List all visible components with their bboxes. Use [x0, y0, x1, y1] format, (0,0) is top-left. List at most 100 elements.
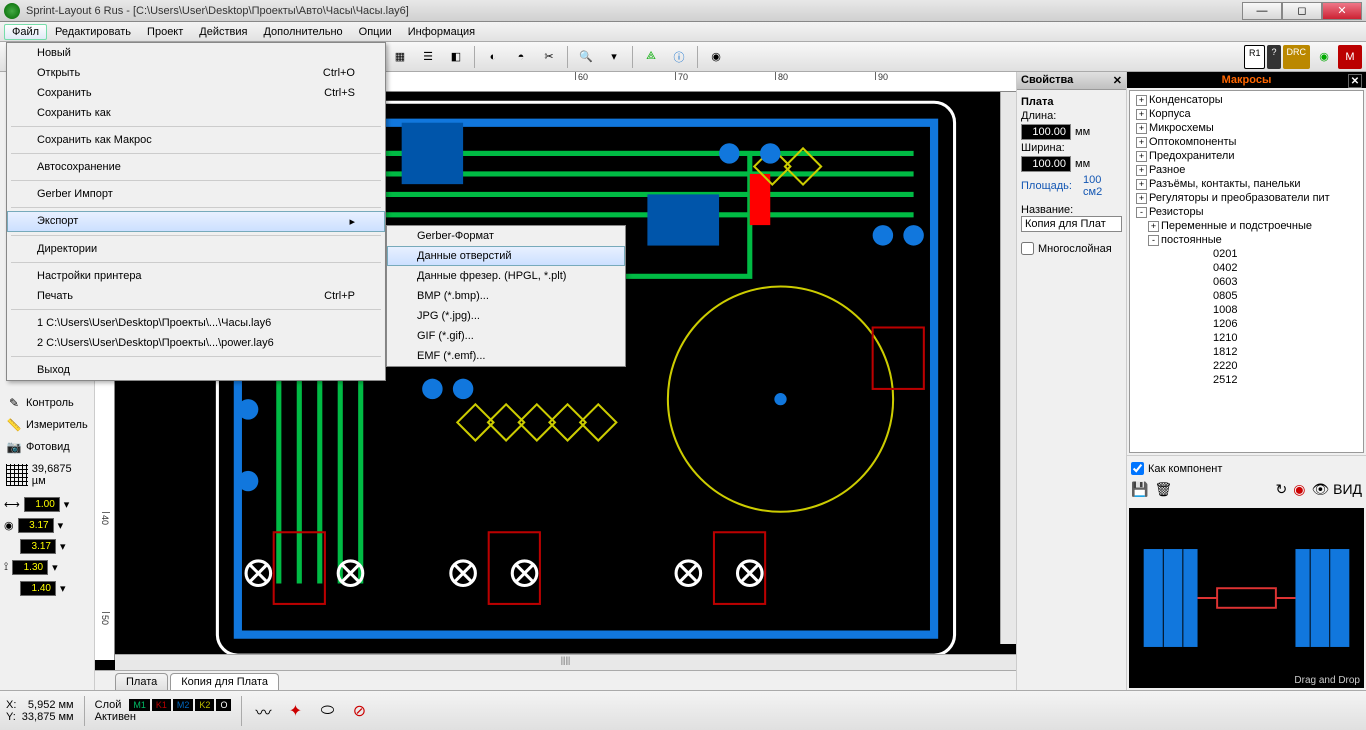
menu-project[interactable]: Проект: [139, 24, 191, 40]
submenu-item[interactable]: Данные фрезер. (HPGL, *.plt): [387, 266, 625, 286]
zoom-button[interactable]: 🔍: [574, 45, 598, 69]
macro-tree[interactable]: +Конденсаторы+Корпуса+Микросхемы+Оптоком…: [1129, 90, 1364, 453]
status-icon[interactable]: ⬭: [316, 700, 338, 722]
tree-item[interactable]: 0805: [1132, 289, 1361, 303]
toolbar-button[interactable]: ◉: [1312, 45, 1336, 69]
menu-edit[interactable]: Редактировать: [47, 24, 139, 40]
badge-help[interactable]: ?: [1267, 45, 1280, 69]
menu-item[interactable]: Новый: [7, 43, 385, 63]
record-icon[interactable]: ◉: [1293, 481, 1305, 498]
toolbar-button[interactable]: ▦: [388, 45, 412, 69]
submenu-item[interactable]: Gerber-Формат: [387, 226, 625, 246]
target-icon[interactable]: ✦: [284, 700, 306, 722]
tree-item[interactable]: +Микросхемы: [1132, 121, 1361, 135]
view-icon[interactable]: 👁 ВИД: [1311, 481, 1362, 498]
toolbar-button[interactable]: ✂: [537, 45, 561, 69]
menu-extra[interactable]: Дополнительно: [255, 24, 350, 40]
menu-item[interactable]: Сохранить как Макрос: [7, 130, 385, 150]
tree-item[interactable]: +Конденсаторы: [1132, 93, 1361, 107]
layer-swatch[interactable]: K2: [195, 699, 214, 711]
as-component-checkbox[interactable]: [1131, 462, 1144, 475]
menu-item[interactable]: 2 C:\Users\User\Desktop\Проекты\...\powe…: [7, 333, 385, 353]
maximize-button[interactable]: ◻: [1282, 2, 1322, 20]
tree-item[interactable]: 1206: [1132, 317, 1361, 331]
value-row[interactable]: ⟟1.30▾: [4, 560, 90, 575]
scrollbar-horizontal[interactable]: ⦀⦀: [115, 654, 1016, 670]
tool-control[interactable]: ✎Контроль: [4, 393, 90, 413]
toolbar-button[interactable]: M: [1338, 45, 1362, 69]
multilayer-checkbox[interactable]: [1021, 242, 1034, 255]
toolbar-button[interactable]: ◓: [509, 45, 533, 69]
toolbar-button[interactable]: ◧: [444, 45, 468, 69]
length-input[interactable]: [1021, 124, 1071, 140]
submenu-item[interactable]: GIF (*.gif)...: [387, 326, 625, 346]
chevron-down-icon[interactable]: ▾: [60, 540, 66, 553]
tree-item[interactable]: -постоянные: [1132, 233, 1361, 247]
badge-r1[interactable]: R1: [1244, 45, 1266, 69]
toolbar-button[interactable]: ⟁: [639, 45, 663, 69]
toolbar-button[interactable]: ☰: [416, 45, 440, 69]
submenu-item[interactable]: EMF (*.emf)...: [387, 346, 625, 366]
menu-item[interactable]: СохранитьCtrl+S: [7, 83, 385, 103]
tree-item[interactable]: 1210: [1132, 331, 1361, 345]
badge-drc[interactable]: DRC: [1283, 45, 1311, 69]
area-label[interactable]: Площадь:: [1021, 180, 1072, 192]
value-row[interactable]: ⟷1.00▾: [4, 497, 90, 512]
tree-item[interactable]: 0603: [1132, 275, 1361, 289]
status-icon[interactable]: 〰: [252, 700, 274, 722]
tree-item[interactable]: +Разъёмы, контакты, панельки: [1132, 177, 1361, 191]
name-input[interactable]: [1021, 216, 1122, 232]
chevron-down-icon[interactable]: ▾: [52, 561, 58, 574]
tree-item[interactable]: 1812: [1132, 345, 1361, 359]
delete-icon[interactable]: 🗑: [1154, 481, 1172, 498]
menu-item[interactable]: Директории: [7, 239, 385, 259]
menu-item[interactable]: Экспорт▸: [7, 211, 385, 232]
tree-item[interactable]: +Регуляторы и преобразователи пит: [1132, 191, 1361, 205]
layer-swatch[interactable]: M2: [173, 699, 194, 711]
menu-item[interactable]: Автосохранение: [7, 157, 385, 177]
menu-item[interactable]: ОткрытьCtrl+O: [7, 63, 385, 83]
tool-measure[interactable]: 📏Измеритель: [4, 415, 90, 435]
tool-photo[interactable]: 📷Фотовид: [4, 437, 90, 457]
value-row[interactable]: 1.40▾: [4, 581, 90, 596]
close-icon[interactable]: ✕: [1348, 74, 1362, 88]
layer-swatch[interactable]: O: [216, 699, 231, 711]
close-button[interactable]: ✕: [1322, 2, 1362, 20]
tree-item[interactable]: 2220: [1132, 359, 1361, 373]
menu-item[interactable]: Выход: [7, 360, 385, 380]
toolbar-button[interactable]: ◐: [481, 45, 505, 69]
refresh-icon[interactable]: ↻: [1276, 481, 1288, 498]
chevron-down-icon[interactable]: ▾: [58, 519, 64, 532]
layer-swatch[interactable]: M1: [129, 699, 150, 711]
tab-board-2[interactable]: Копия для Плата: [170, 673, 279, 690]
tree-item[interactable]: +Оптокомпоненты: [1132, 135, 1361, 149]
menu-actions[interactable]: Действия: [191, 24, 255, 40]
grid-indicator[interactable]: 39,6875 µм: [4, 459, 90, 491]
disabled-icon[interactable]: ⊘: [348, 700, 370, 722]
submenu-item[interactable]: JPG (*.jpg)...: [387, 306, 625, 326]
menu-item[interactable]: Gerber Импорт: [7, 184, 385, 204]
scrollbar-vertical[interactable]: [1000, 92, 1016, 644]
menu-item[interactable]: Сохранить как: [7, 103, 385, 123]
submenu-item[interactable]: Данные отверстий: [387, 246, 625, 266]
width-input[interactable]: [1021, 156, 1071, 172]
toolbar-button[interactable]: ▾: [602, 45, 626, 69]
tab-board-1[interactable]: Плата: [115, 673, 168, 690]
info-button[interactable]: ⓘ: [667, 45, 691, 69]
tree-item[interactable]: 0201: [1132, 247, 1361, 261]
chevron-down-icon[interactable]: ▾: [60, 582, 66, 595]
menu-item[interactable]: ПечатьCtrl+P: [7, 286, 385, 306]
menu-file[interactable]: Файл: [4, 24, 47, 40]
tree-item[interactable]: +Предохранители: [1132, 149, 1361, 163]
value-row[interactable]: ◉3.17▾: [4, 518, 90, 533]
menu-info[interactable]: Информация: [400, 24, 483, 40]
close-icon[interactable]: ✕: [1113, 74, 1122, 87]
tree-item[interactable]: 1008: [1132, 303, 1361, 317]
value-row[interactable]: 3.17▾: [4, 539, 90, 554]
submenu-item[interactable]: BMP (*.bmp)...: [387, 286, 625, 306]
menu-options[interactable]: Опции: [351, 24, 400, 40]
tree-item[interactable]: +Корпуса: [1132, 107, 1361, 121]
menu-item[interactable]: 1 C:\Users\User\Desktop\Проекты\...\Часы…: [7, 313, 385, 333]
minimize-button[interactable]: —: [1242, 2, 1282, 20]
tree-item[interactable]: +Переменные и подстроечные: [1132, 219, 1361, 233]
